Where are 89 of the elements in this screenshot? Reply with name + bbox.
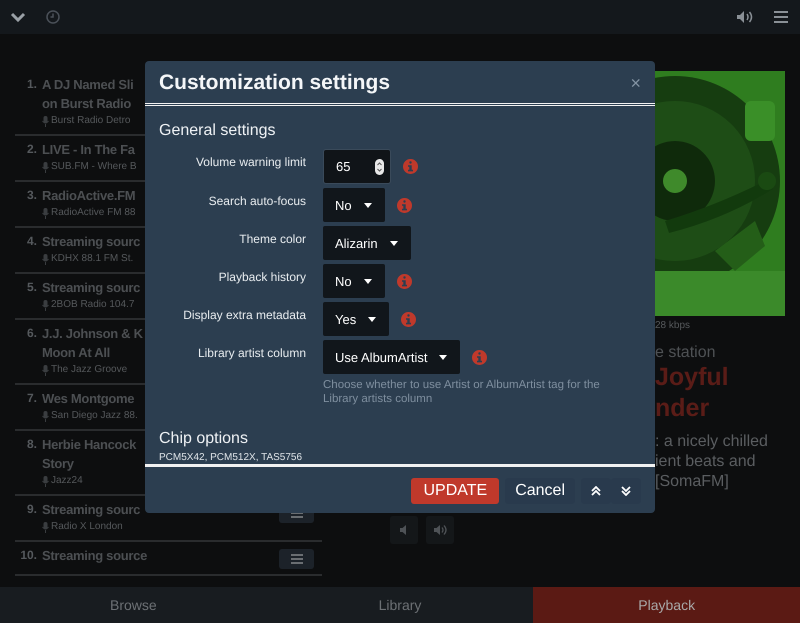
spinner-icon[interactable] — [375, 158, 384, 174]
station-description: : a nicely chilled — [655, 432, 768, 452]
track-number: 2. — [26, 141, 37, 158]
field-label: Library artist column — [196, 345, 306, 362]
menu-icon[interactable] — [774, 11, 788, 23]
close-button[interactable]: × — [630, 72, 641, 94]
volume-down-icon[interactable] — [390, 516, 418, 544]
station-name: RadioActive FM 88 — [51, 206, 136, 220]
number-field[interactable]: 65 — [323, 149, 391, 184]
station-name: KDHX 88.1 FM St. — [51, 252, 134, 266]
track-number: 6. — [26, 325, 37, 342]
volume-up-icon[interactable] — [426, 516, 454, 544]
menu-icon — [290, 554, 302, 564]
track-number: 3. — [26, 187, 37, 204]
chevron-down-icon[interactable] — [10, 11, 26, 23]
dropdown[interactable]: Yes — [323, 302, 390, 336]
help-text: Choose whether to use Artist or AlbumArtist tag for the Library artists column — [323, 378, 601, 406]
dropdown[interactable]: No — [323, 188, 385, 222]
dropdown[interactable]: Alizarin — [323, 226, 411, 260]
track-title: Streaming source — [42, 547, 148, 565]
track-title: Herbie Hancock Story — [42, 436, 136, 473]
microphone-icon — [42, 410, 49, 422]
caret-icon — [368, 316, 376, 322]
nav-tab[interactable]: Playback — [533, 587, 800, 623]
dropdown[interactable]: Use AlbumArtist — [323, 340, 460, 374]
caret-icon — [364, 202, 372, 208]
station-name: SUB.FM - Where B — [51, 160, 137, 174]
field-label: Theme color — [238, 231, 306, 248]
track-number: 5. — [26, 279, 37, 296]
scroll-up-button[interactable] — [581, 478, 611, 504]
caret-icon — [439, 354, 448, 360]
scroll-down-button[interactable] — [611, 478, 641, 504]
track-title: Streaming sourc — [42, 233, 140, 251]
clock-icon[interactable] — [46, 10, 60, 24]
info-icon[interactable] — [396, 198, 412, 212]
caret-icon — [364, 278, 372, 284]
microphone-icon — [42, 254, 49, 264]
station-label: e station — [655, 344, 716, 362]
update-button[interactable]: UPDATE — [411, 478, 500, 504]
microphone-icon — [42, 116, 49, 126]
bitrate-text: 28 kbps — [655, 320, 690, 331]
microphone-icon — [42, 300, 49, 310]
section-heading: General settings — [159, 122, 276, 140]
field-label: Display extra metadata — [182, 307, 306, 324]
microphone-icon — [42, 522, 49, 532]
info-icon[interactable] — [396, 274, 412, 288]
microphone-icon — [42, 364, 49, 376]
volume-icon[interactable] — [736, 10, 754, 24]
dialog-title: Customization settings — [159, 71, 390, 95]
info-icon[interactable] — [472, 350, 488, 364]
field-label: Volume warning limit — [194, 154, 306, 171]
double-chevron-down-icon — [621, 486, 631, 496]
station-name: San Diego Jazz 88. — [51, 409, 138, 423]
microphone-icon — [42, 476, 49, 486]
station-description: [SomaFM] — [655, 472, 729, 492]
dropdown[interactable]: No — [323, 264, 385, 298]
info-icon[interactable] — [401, 312, 416, 326]
track-number: 4. — [26, 233, 37, 250]
station-name: Radio X London — [51, 520, 123, 534]
track-title: J.J. Johnson & K Moon At All — [42, 325, 143, 362]
track-number: 7. — [26, 390, 37, 407]
track-title: RadioActive.FM — [42, 187, 136, 205]
chip-list-text: PCM5X42, PCM512X, TAS5756 — [159, 452, 302, 464]
track-number: 10. — [19, 547, 37, 564]
track-title: LIVE - In The Fa — [42, 141, 135, 159]
station-name: Burst Radio Detro — [51, 114, 130, 128]
microphone-icon — [42, 208, 49, 218]
double-chevron-up-icon — [591, 486, 601, 496]
track-title: Joyful — [655, 362, 729, 393]
station-name: 2BOB Radio 104.7 — [51, 298, 134, 312]
section-heading: Chip options — [159, 430, 248, 448]
station-name: Jazz24 — [51, 474, 83, 488]
field-label: Search auto-focus — [208, 193, 306, 210]
track-title: Streaming sourc — [42, 501, 140, 519]
track-title: nder — [655, 393, 710, 424]
menu-button[interactable] — [279, 549, 314, 569]
track-number: 1. — [26, 76, 37, 93]
microphone-icon — [42, 162, 49, 172]
track-title: Wes Montgome — [42, 390, 134, 408]
info-icon[interactable] — [403, 159, 418, 174]
track-title: Streaming sourc — [42, 279, 140, 297]
track-number: 9. — [26, 501, 37, 518]
track-title: A DJ Named Sli on Burst Radio — [42, 76, 134, 113]
station-name: The Jazz Groove — [51, 363, 128, 377]
caret-icon — [390, 240, 398, 246]
field-label: Playback history — [218, 269, 306, 286]
track-number: 8. — [26, 436, 37, 453]
station-description: ient beats and — [655, 452, 756, 472]
cancel-button[interactable]: Cancel — [505, 478, 575, 504]
